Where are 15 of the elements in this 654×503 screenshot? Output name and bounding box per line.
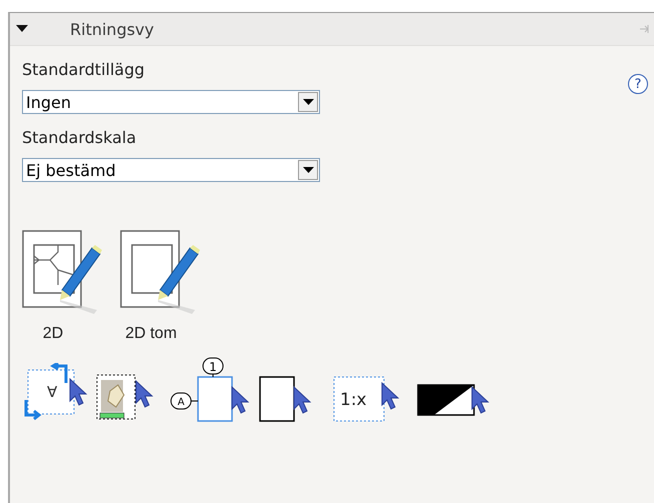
caret-down-icon xyxy=(16,25,28,33)
dropdown[interactable]: Ej bestämd xyxy=(22,158,320,182)
field-label: Standardtillägg xyxy=(22,60,146,81)
balloon-frame-tool[interactable]: 1 A xyxy=(170,357,254,423)
blank-sheet-pencil-icon xyxy=(120,230,200,315)
panel-title: Ritningsvy xyxy=(70,20,154,38)
scale-tool[interactable]: 1:x xyxy=(332,363,412,423)
view-button[interactable]: 2D tom xyxy=(120,230,200,343)
view-button[interactable]: 2D xyxy=(22,230,102,343)
field-label: Standardskala xyxy=(22,128,138,149)
dropdown-arrow-icon xyxy=(302,166,314,174)
floor-plan-pencil-icon xyxy=(22,230,102,315)
dropdown[interactable]: Ingen xyxy=(22,90,320,114)
dropdown-arrow-icon xyxy=(302,98,314,106)
help-button[interactable]: ? xyxy=(628,74,648,94)
